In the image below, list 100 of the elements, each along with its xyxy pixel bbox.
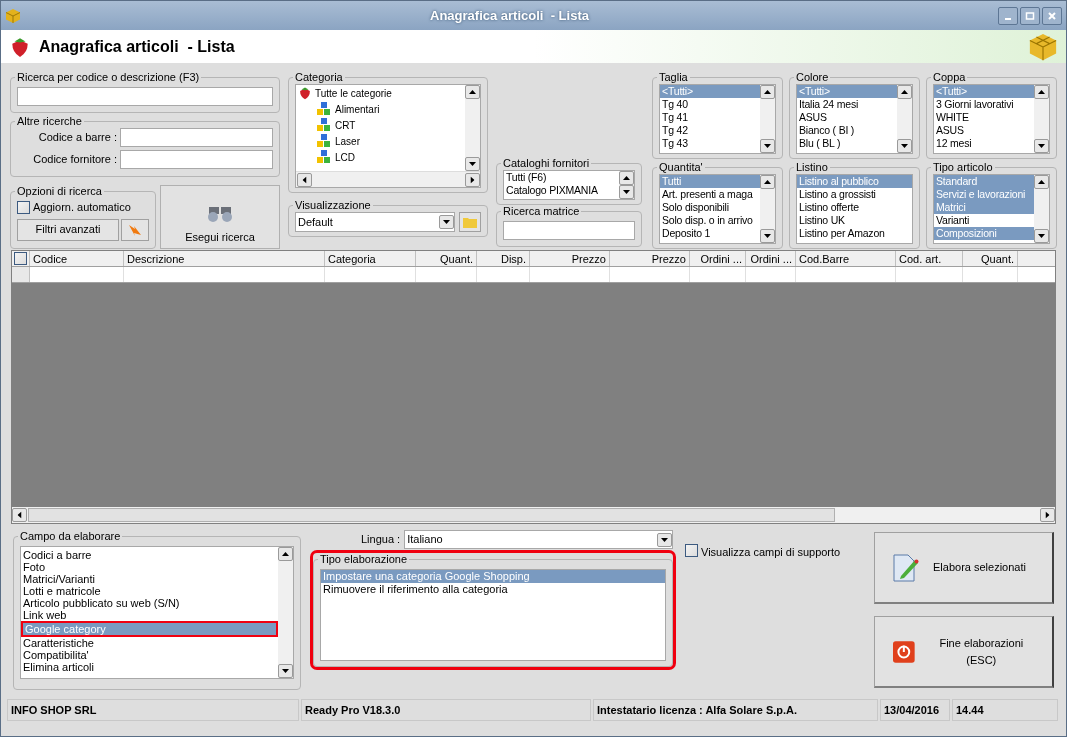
group-title: Coppa — [932, 71, 967, 84]
input-field[interactable] — [120, 128, 273, 147]
group-title: Visualizzazione — [294, 199, 372, 212]
maximize-button[interactable] — [1020, 6, 1040, 25]
group-title: Categoria — [294, 71, 344, 84]
list-item[interactable]: Solo disp. o in arrivo — [660, 214, 760, 227]
status-bar-panel: 14.44 — [952, 699, 1058, 721]
input-field[interactable] — [503, 220, 635, 240]
list-item[interactable]: Link web — [21, 609, 278, 621]
group-title: Altre ricerche — [16, 115, 83, 128]
status-bar-panel: Ready Pro V18.3.0 — [301, 699, 591, 721]
column-header[interactable]: Categoria — [325, 251, 416, 266]
maximize-icon — [1025, 10, 1035, 21]
close-button[interactable] — [1042, 6, 1062, 25]
list-item[interactable]: Compatibilita' — [21, 649, 278, 661]
list-item[interactable]: Listino UK — [797, 214, 912, 227]
checkbox-label: Visualizza campi di supporto — [701, 545, 841, 560]
column-header[interactable]: Ordini ... — [690, 251, 746, 266]
status-bar-panel: 13/04/2016 — [880, 699, 950, 721]
list-item[interactable]: Tg 40 — [660, 98, 760, 111]
tree-item[interactable]: Tutte le categorie — [298, 85, 465, 101]
list-item[interactable]: 3 Giorni lavorativi — [934, 98, 1034, 111]
group-title: Tipo articolo — [932, 161, 994, 174]
column-header[interactable]: Ordini ... — [746, 251, 796, 266]
vertical-scrollbar[interactable] — [1034, 85, 1049, 153]
list-item[interactable]: Catalogo PIXMANIA — [504, 184, 619, 197]
list-item[interactable]: Tutti (F6) — [504, 171, 619, 184]
tree-item[interactable]: Alimentari — [298, 101, 465, 117]
column-header[interactable]: Quant. — [416, 251, 477, 266]
group-title: Ricerca per codice o descrizione (F3) — [16, 71, 201, 84]
column-header[interactable]: Disp. — [477, 251, 530, 266]
list-item[interactable]: Matrici/Varianti — [21, 573, 278, 585]
vertical-scrollbar[interactable] — [760, 85, 775, 153]
checkbox[interactable] — [17, 200, 30, 214]
tree-item[interactable]: Laser — [298, 133, 465, 149]
checkbox[interactable] — [14, 252, 27, 265]
cubes-icon — [316, 117, 332, 133]
column-header[interactable]: Prezzo — [610, 251, 690, 266]
language-dropdown[interactable]: Italiano — [404, 530, 673, 549]
pencil-document-icon — [893, 553, 919, 582]
vertical-scrollbar[interactable] — [760, 175, 775, 243]
horizontal-scrollbar[interactable] — [12, 507, 1055, 523]
group-title: Campo da elaborare — [19, 530, 122, 543]
horizontal-scrollbar[interactable] — [296, 171, 480, 187]
column-header[interactable]: Codice — [30, 251, 124, 266]
list-item[interactable]: Listino per Amazon — [797, 227, 912, 240]
column-header[interactable]: Cod. art. — [896, 251, 963, 266]
input-field[interactable] — [120, 150, 273, 169]
group-title: Ricerca matrice — [502, 205, 581, 218]
list-item[interactable]: Listino a grossisti — [797, 188, 912, 201]
vertical-scrollbar[interactable] — [619, 171, 634, 199]
field-label: Codice fornitore : — [32, 152, 117, 168]
advanced-filters-button[interactable]: Filtri avanzati — [17, 218, 119, 241]
vertical-scrollbar[interactable] — [897, 85, 912, 153]
column-header[interactable]: Quant. — [963, 251, 1018, 266]
list-item[interactable]: Blu ( BL ) — [797, 137, 897, 150]
list-item[interactable]: Articolo pubblicato su web (S/N) — [21, 597, 278, 609]
list-item[interactable]: Lotti e matricole — [21, 585, 278, 597]
list-item[interactable]: ASUS — [797, 111, 897, 124]
list-item[interactable]: Caratteristiche — [21, 637, 278, 649]
stop-button[interactable]: Fine elaborazioni (ESC) — [874, 616, 1054, 688]
vertical-scrollbar[interactable] — [465, 85, 480, 171]
search-field[interactable] — [17, 86, 273, 106]
tree-item[interactable]: LCD — [298, 149, 465, 165]
list-item[interactable]: Tg 41 — [660, 111, 760, 124]
column-header[interactable]: Prezzo — [530, 251, 610, 266]
tree-item[interactable]: CRT — [298, 117, 465, 133]
minimize-button[interactable] — [998, 6, 1018, 25]
list-item[interactable]: Elimina articoli — [21, 661, 278, 673]
vertical-scrollbar[interactable] — [1034, 175, 1049, 243]
page-title: Anagrafica articoli - Lista — [39, 36, 236, 57]
checkbox[interactable] — [685, 544, 698, 557]
list-item[interactable]: ASUS — [934, 124, 1034, 137]
list-item[interactable]: Bianco ( BI ) — [797, 124, 897, 137]
column-header[interactable]: Descrizione — [124, 251, 325, 266]
status-bar-panel: Intestatario licenza : Alfa Solare S.p.A. — [593, 699, 878, 721]
process-button[interactable]: Elabora selezionati — [874, 532, 1054, 604]
list-item[interactable]: Italia 24 mesi — [797, 98, 897, 111]
cubes-icon — [316, 133, 332, 149]
list-item[interactable]: 12 mesi — [934, 137, 1034, 150]
list-item[interactable]: Tg 42 — [660, 124, 760, 137]
list-item[interactable]: WHITE — [934, 111, 1034, 124]
group-title: Taglia — [658, 71, 689, 84]
group-title: Listino — [795, 161, 829, 174]
group-title: Opzioni di ricerca — [16, 185, 103, 198]
list-item[interactable]: Rimuovere il riferimento alla categoria — [321, 583, 665, 596]
list-item[interactable]: Deposito 1 — [660, 227, 760, 240]
window-title: Anagrafica articoli - Lista — [430, 6, 589, 25]
vertical-scrollbar[interactable] — [278, 547, 293, 678]
run-search-button[interactable]: Esegui ricerca — [160, 185, 280, 249]
column-header[interactable]: Cod.Barre — [796, 251, 896, 266]
list-item[interactable]: Codici a barre — [21, 549, 278, 561]
list-item[interactable]: Solo disponibili — [660, 201, 760, 214]
list-item[interactable]: Tg 43 — [660, 137, 760, 150]
minimize-icon — [1005, 17, 1011, 20]
list-item[interactable]: Art. presenti a maga — [660, 188, 760, 201]
view-dropdown[interactable]: Default — [295, 212, 455, 232]
list-item[interactable]: Foto — [21, 561, 278, 573]
list-item[interactable]: Varianti — [934, 214, 1034, 227]
list-item[interactable]: Listino offerte — [797, 201, 912, 214]
